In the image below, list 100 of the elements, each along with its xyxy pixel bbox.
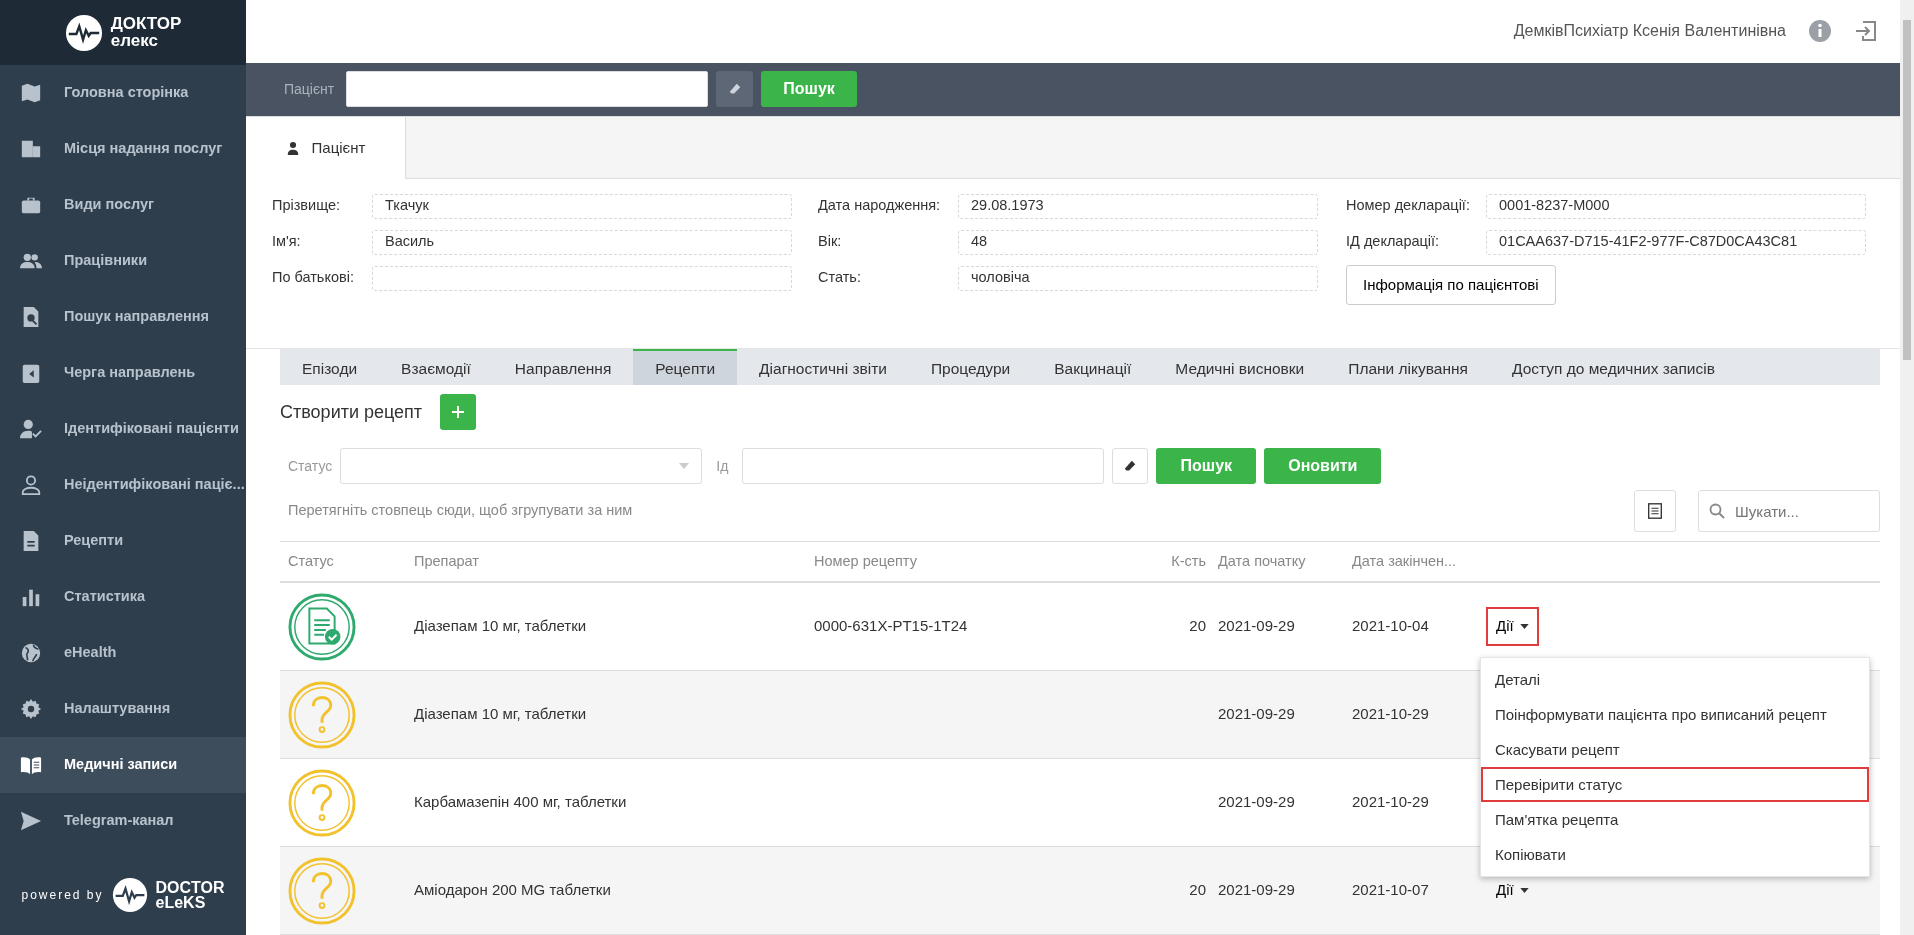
sidebar-item[interactable]: Медичні записи	[0, 737, 246, 793]
logo-text: елекс	[110, 32, 158, 49]
logo-icon	[111, 877, 148, 913]
column-header[interactable]: Номер рецепту	[814, 550, 1144, 573]
sidebar-item[interactable]: eHealth	[0, 625, 246, 681]
table-cell: 2021-10-29	[1352, 793, 1429, 811]
column-header[interactable]: К-сть	[1144, 550, 1218, 573]
column-header[interactable]: Дата початку	[1218, 550, 1352, 573]
menu-item[interactable]: Скасувати рецепт	[1481, 732, 1869, 768]
sidebar-item[interactable]: Telegram-канал	[0, 793, 246, 849]
sidebar-item[interactable]: Рецепти	[0, 513, 246, 569]
sidebar-item[interactable]: Ідентифіковані пацієнти	[0, 401, 246, 457]
patient-tab[interactable]: Пацієнт	[246, 116, 406, 180]
actions-button[interactable]: Дії	[1486, 607, 1539, 646]
sidebar-item[interactable]: Неідентифіковані паціє...	[0, 457, 246, 513]
search-icon	[1709, 503, 1725, 519]
tab[interactable]: Доступ до медичних записів	[1489, 349, 1737, 385]
table-cell: Діазепам 10 мг, таблетки	[414, 617, 587, 635]
caret-icon	[1519, 888, 1529, 893]
menu-item[interactable]: Копіювати	[1481, 837, 1869, 873]
caret-icon	[1519, 624, 1529, 629]
info-icon	[1808, 19, 1832, 44]
field-value: чоловіча	[958, 265, 1318, 291]
id-field[interactable]	[742, 448, 1105, 484]
open-book-icon	[20, 754, 42, 776]
field-label: Дата народження:	[818, 196, 942, 216]
table-cell: Діазепам 10 мг, таблетки	[414, 705, 587, 723]
table-cell: 2021-09-29	[1218, 617, 1295, 635]
tab[interactable]: Плани лікування	[1326, 349, 1490, 385]
plus-icon	[450, 404, 467, 420]
table-cell: 20	[1189, 881, 1206, 899]
field-value: Ткачук	[372, 193, 792, 219]
field-value: 01CAA637-D715-41F2-977F-C87D0CA43C81	[1486, 229, 1866, 255]
section-title: Створити рецепт	[280, 400, 423, 424]
logo-text: DOCTOR	[155, 879, 225, 895]
logo-text: ДОКТОР	[110, 16, 182, 33]
field-label: Пацієнт	[284, 79, 335, 99]
tab[interactable]: Рецепти	[633, 349, 738, 385]
menu-item[interactable]: Пам'ятка рецепта	[1481, 802, 1869, 838]
table-cell: 2021-09-29	[1218, 793, 1295, 811]
column-header[interactable]: Статус	[280, 550, 414, 573]
spreadsheet-icon	[1646, 502, 1664, 520]
menu-item[interactable]: Поінформувати пацієнта про виписаний рецепт	[1481, 697, 1869, 733]
table-cell: 2021-10-04	[1352, 617, 1429, 635]
sidebar-item[interactable]: Статистика	[0, 569, 246, 625]
tab[interactable]: Медичні висновки	[1153, 349, 1327, 385]
powered-by-text: powered by	[21, 887, 104, 904]
table-cell: Карбамазепін 400 мг, таблетки	[414, 793, 627, 811]
logout-icon[interactable]	[1854, 19, 1878, 44]
table-cell: 20	[1189, 617, 1206, 635]
patient-search-field[interactable]	[346, 71, 709, 108]
field-label: Ім'я:	[272, 232, 302, 252]
export-button[interactable]	[1634, 490, 1676, 532]
tab[interactable]: Діагностичні звіти	[737, 349, 909, 385]
settings-icon	[20, 698, 42, 720]
person-icon	[285, 140, 300, 155]
menu-item[interactable]: Перевірити статус	[1481, 767, 1869, 803]
eraser-icon	[1123, 459, 1138, 473]
table-cell: 2021-09-29	[1218, 881, 1295, 899]
tab[interactable]: Взаємодії	[379, 349, 493, 385]
grid-search-field[interactable]: Шукати...	[1698, 490, 1880, 532]
table-cell: 2021-10-29	[1352, 705, 1429, 723]
sidebar-item[interactable]: Головна сторінка	[0, 65, 246, 121]
sidebar-item[interactable]: Черга направлень	[0, 345, 246, 401]
sidebar-item[interactable]: Налаштування	[0, 681, 246, 737]
building-icon	[20, 138, 42, 160]
sidebar-item[interactable]: Види послуг	[0, 177, 246, 233]
scrollbar[interactable]	[1900, 0, 1914, 935]
field-label: Вік:	[818, 232, 843, 252]
tab[interactable]: Вакцинації	[1032, 349, 1154, 385]
column-header[interactable]: Препарат	[414, 550, 814, 573]
sidebar-item[interactable]: Пошук направлення	[0, 289, 246, 345]
table-cell: 2021-09-29	[1218, 705, 1295, 723]
send-icon	[20, 810, 42, 832]
column-header[interactable]: Дата закінчен...	[1352, 550, 1486, 573]
patient-info-button[interactable]: Інформація по пацієнтові	[1346, 265, 1556, 306]
clear-button[interactable]	[716, 71, 754, 108]
field-label: Статус	[288, 456, 333, 476]
field-label: Номер декларації:	[1346, 196, 1471, 216]
field-label: По батькові:	[272, 268, 355, 288]
field-value: 0001-8237-M000	[1486, 193, 1866, 219]
menu-item[interactable]: Деталі	[1481, 662, 1869, 698]
field-label: ІД декларації:	[1346, 232, 1441, 252]
add-button[interactable]	[440, 394, 477, 430]
tab[interactable]: Направлення	[492, 349, 634, 385]
field-value: 48	[958, 229, 1318, 255]
user-outline-icon	[20, 474, 42, 496]
table-cell: 0000-631X-PT15-1T24	[814, 617, 968, 635]
globe-icon	[20, 642, 42, 664]
logo-icon	[64, 13, 103, 52]
user-check-icon	[20, 418, 42, 440]
sidebar-item[interactable]: Працівники	[0, 233, 246, 289]
field-label: Ід	[716, 456, 729, 476]
field-value: 29.08.1973	[958, 193, 1318, 219]
sidebar-item[interactable]: Місця надання послуг	[0, 121, 246, 177]
tab[interactable]: Процедури	[908, 349, 1033, 385]
tab[interactable]: Епізоди	[280, 349, 380, 385]
field-label: Прізвище:	[272, 196, 342, 216]
actions-button[interactable]: Дії	[1486, 871, 1539, 910]
table-cell: 2021-10-07	[1352, 881, 1429, 899]
